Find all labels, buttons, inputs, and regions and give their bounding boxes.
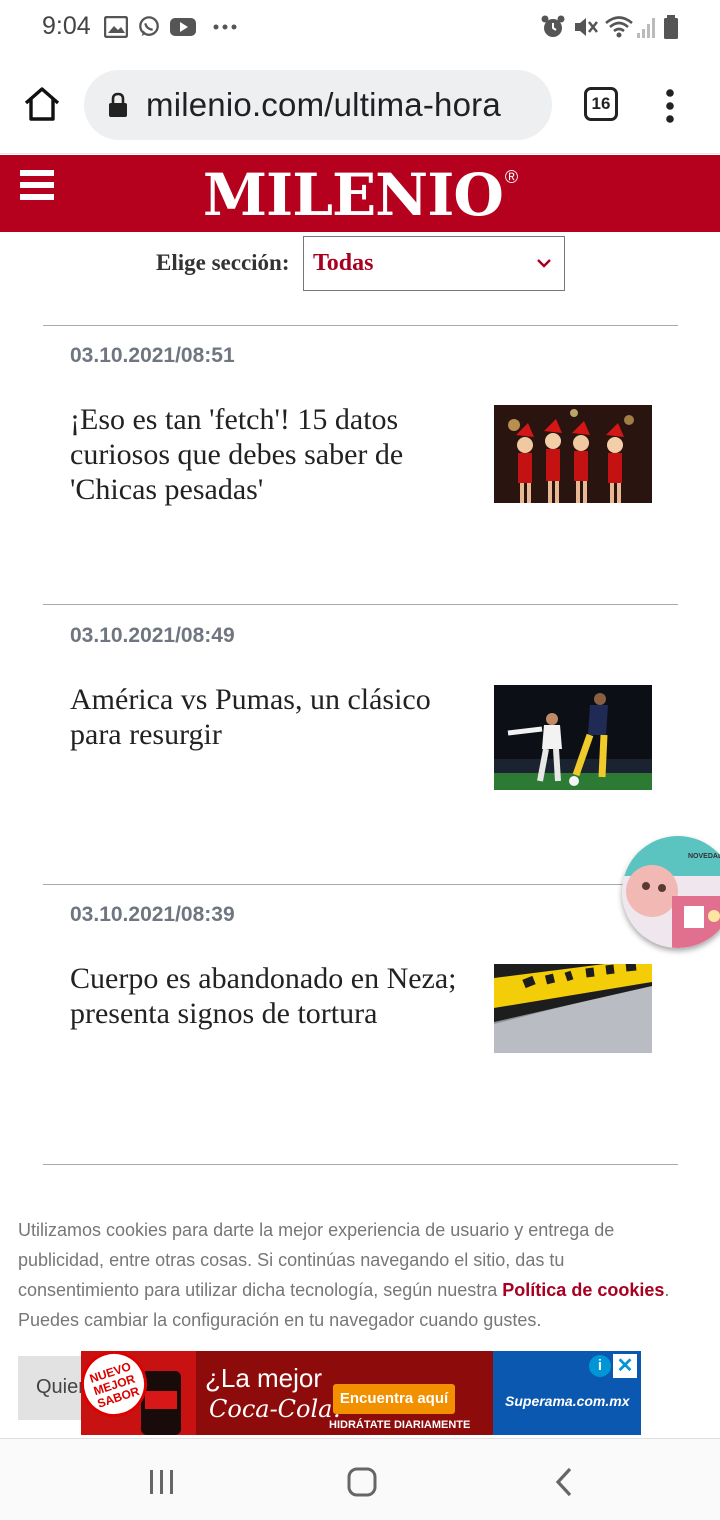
promo-bubble-image: NOVEDADES EN NIÑAS	[622, 836, 720, 948]
ad-close-icon[interactable]: ✕	[613, 1354, 637, 1378]
lock-icon	[109, 92, 127, 117]
article-date: 03.10.2021/08:49	[70, 624, 235, 647]
article-title[interactable]: ¡Eso es tan 'fetch'! 15 datos curiosos q…	[70, 402, 470, 507]
battery-icon	[664, 15, 678, 39]
ad-info-icon[interactable]: i	[589, 1355, 611, 1377]
section-selected-value: Todas	[313, 250, 374, 276]
site-logo[interactable]: MILENIO ®	[0, 161, 720, 229]
url-text: milenio.com/ultima-hora	[146, 86, 501, 123]
chevron-down-icon	[537, 259, 551, 268]
home-nav-icon[interactable]	[346, 1467, 378, 1497]
signal-icon	[637, 18, 655, 38]
article-divider	[43, 325, 678, 326]
site-header: MILENIO ®	[0, 155, 720, 232]
registered-mark: ®	[504, 167, 518, 187]
ad-subline: HIDRÁTATE DIARIAMENTE	[329, 1419, 471, 1431]
article-title[interactable]: Cuerpo es abandonado en Neza; presenta s…	[70, 961, 470, 1031]
browser-toolbar: milenio.com/ultima-hora 16	[0, 56, 720, 154]
article-thumbnail[interactable]	[494, 964, 652, 1053]
cookie-button-label: Quier	[36, 1376, 85, 1398]
promo-bubble-text: NOVEDADES EN NIÑAS	[688, 851, 720, 860]
cookie-notice: Utilizamos cookies para darte la mejor e…	[18, 1215, 678, 1335]
mute-icon	[575, 18, 598, 36]
article-date: 03.10.2021/08:39	[70, 903, 235, 926]
gallery-icon	[104, 16, 128, 38]
section-label: Elige sección:	[156, 250, 290, 275]
system-nav-bar	[0, 1438, 720, 1520]
article-divider	[43, 604, 678, 605]
ad-cta-button[interactable]: Encuentra aquí	[333, 1384, 455, 1414]
ad-headline: ¿La mejor	[205, 1363, 323, 1393]
ad-brand: Coca-Cola?	[209, 1395, 346, 1423]
article-thumbnail[interactable]	[494, 405, 652, 503]
alarm-icon	[541, 15, 565, 37]
recent-apps-icon[interactable]	[146, 1467, 178, 1497]
ad-store-name: Superama.com.mx	[505, 1393, 630, 1409]
article-divider	[43, 1164, 678, 1165]
status-time: 9:04	[42, 12, 91, 40]
wifi-icon	[605, 16, 633, 38]
logo-text: MILENIO	[202, 161, 504, 229]
overflow-menu-icon[interactable]	[660, 86, 680, 126]
status-bar: 9:04	[0, 0, 720, 56]
promo-bubble[interactable]: NOVEDADES EN NIÑAS	[622, 836, 720, 948]
cookie-policy-link[interactable]: Política de cookies	[502, 1280, 664, 1300]
back-icon[interactable]	[548, 1467, 580, 1497]
home-icon[interactable]	[22, 84, 62, 124]
section-dropdown[interactable]: Todas	[303, 236, 565, 291]
youtube-icon	[170, 18, 196, 36]
more-dots-icon	[213, 24, 237, 30]
tab-switcher-button[interactable]: 16	[584, 87, 618, 121]
address-bar[interactable]: milenio.com/ultima-hora	[84, 70, 552, 140]
whatsapp-icon	[139, 16, 159, 37]
article-thumbnail[interactable]	[494, 685, 652, 790]
ad-banner[interactable]: NUEVO MEJOR SABOR ¿La mejor Coca-Cola? E…	[81, 1351, 641, 1435]
article-date: 03.10.2021/08:51	[70, 344, 235, 367]
article-title[interactable]: América vs Pumas, un clásico para resurg…	[70, 682, 470, 752]
article-divider	[43, 884, 678, 885]
